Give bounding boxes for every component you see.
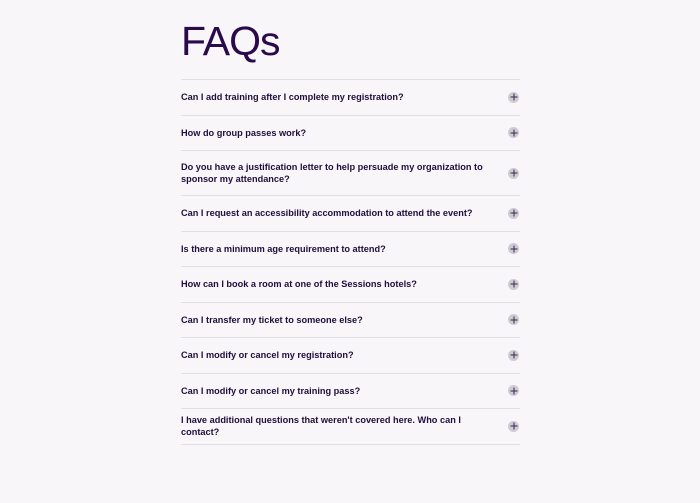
faq-item-additional-questions[interactable]: I have additional questions that weren't… <box>181 409 520 445</box>
faq-item-accessibility[interactable]: Can I request an accessibility accommoda… <box>181 196 520 232</box>
faq-question: Can I add training after I complete my r… <box>181 92 404 103</box>
plus-icon[interactable] <box>508 243 519 255</box>
faq-question: How do group passes work? <box>181 127 307 138</box>
faq-question: Do you have a justification letter to he… <box>181 162 483 184</box>
plus-icon[interactable] <box>508 314 519 326</box>
plus-icon[interactable] <box>508 207 519 219</box>
faq-question: Can I request an accessibility accommoda… <box>181 208 473 219</box>
plus-icon[interactable] <box>508 127 519 139</box>
plus-icon[interactable] <box>508 278 519 290</box>
faq-section: FAQs Can I add training after I complete… <box>181 0 520 445</box>
plus-icon[interactable] <box>508 167 519 179</box>
faq-item-group-passes[interactable]: How do group passes work? <box>181 116 520 151</box>
faq-item-book-hotel[interactable]: How can I book a room at one of the Sess… <box>181 267 520 303</box>
faq-item-modify-training-pass[interactable]: Can I modify or cancel my training pass? <box>181 374 520 409</box>
faq-question: Is there a minimum age requirement to at… <box>181 243 386 254</box>
faq-question: I have additional questions that weren't… <box>181 415 461 438</box>
faq-question: Can I modify or cancel my registration? <box>181 350 354 361</box>
plus-icon[interactable] <box>508 420 519 432</box>
plus-icon[interactable] <box>508 91 519 103</box>
faq-list: Can I add training after I complete my r… <box>181 79 520 445</box>
faq-item-add-training[interactable]: Can I add training after I complete my r… <box>181 80 520 116</box>
faq-item-modify-registration[interactable]: Can I modify or cancel my registration? <box>181 338 520 374</box>
plus-icon[interactable] <box>508 385 519 397</box>
faq-item-minimum-age[interactable]: Is there a minimum age requirement to at… <box>181 232 520 267</box>
faq-item-justification-letter[interactable]: Do you have a justification letter to he… <box>181 151 520 196</box>
page-title: FAQs <box>181 18 281 64</box>
plus-icon[interactable] <box>508 349 519 361</box>
faq-question: How can I book a room at one of the Sess… <box>181 279 417 290</box>
faq-item-transfer-ticket[interactable]: Can I transfer my ticket to someone else… <box>181 303 520 338</box>
faq-question: Can I transfer my ticket to someone else… <box>181 314 363 325</box>
faq-question: Can I modify or cancel my training pass? <box>181 385 361 396</box>
